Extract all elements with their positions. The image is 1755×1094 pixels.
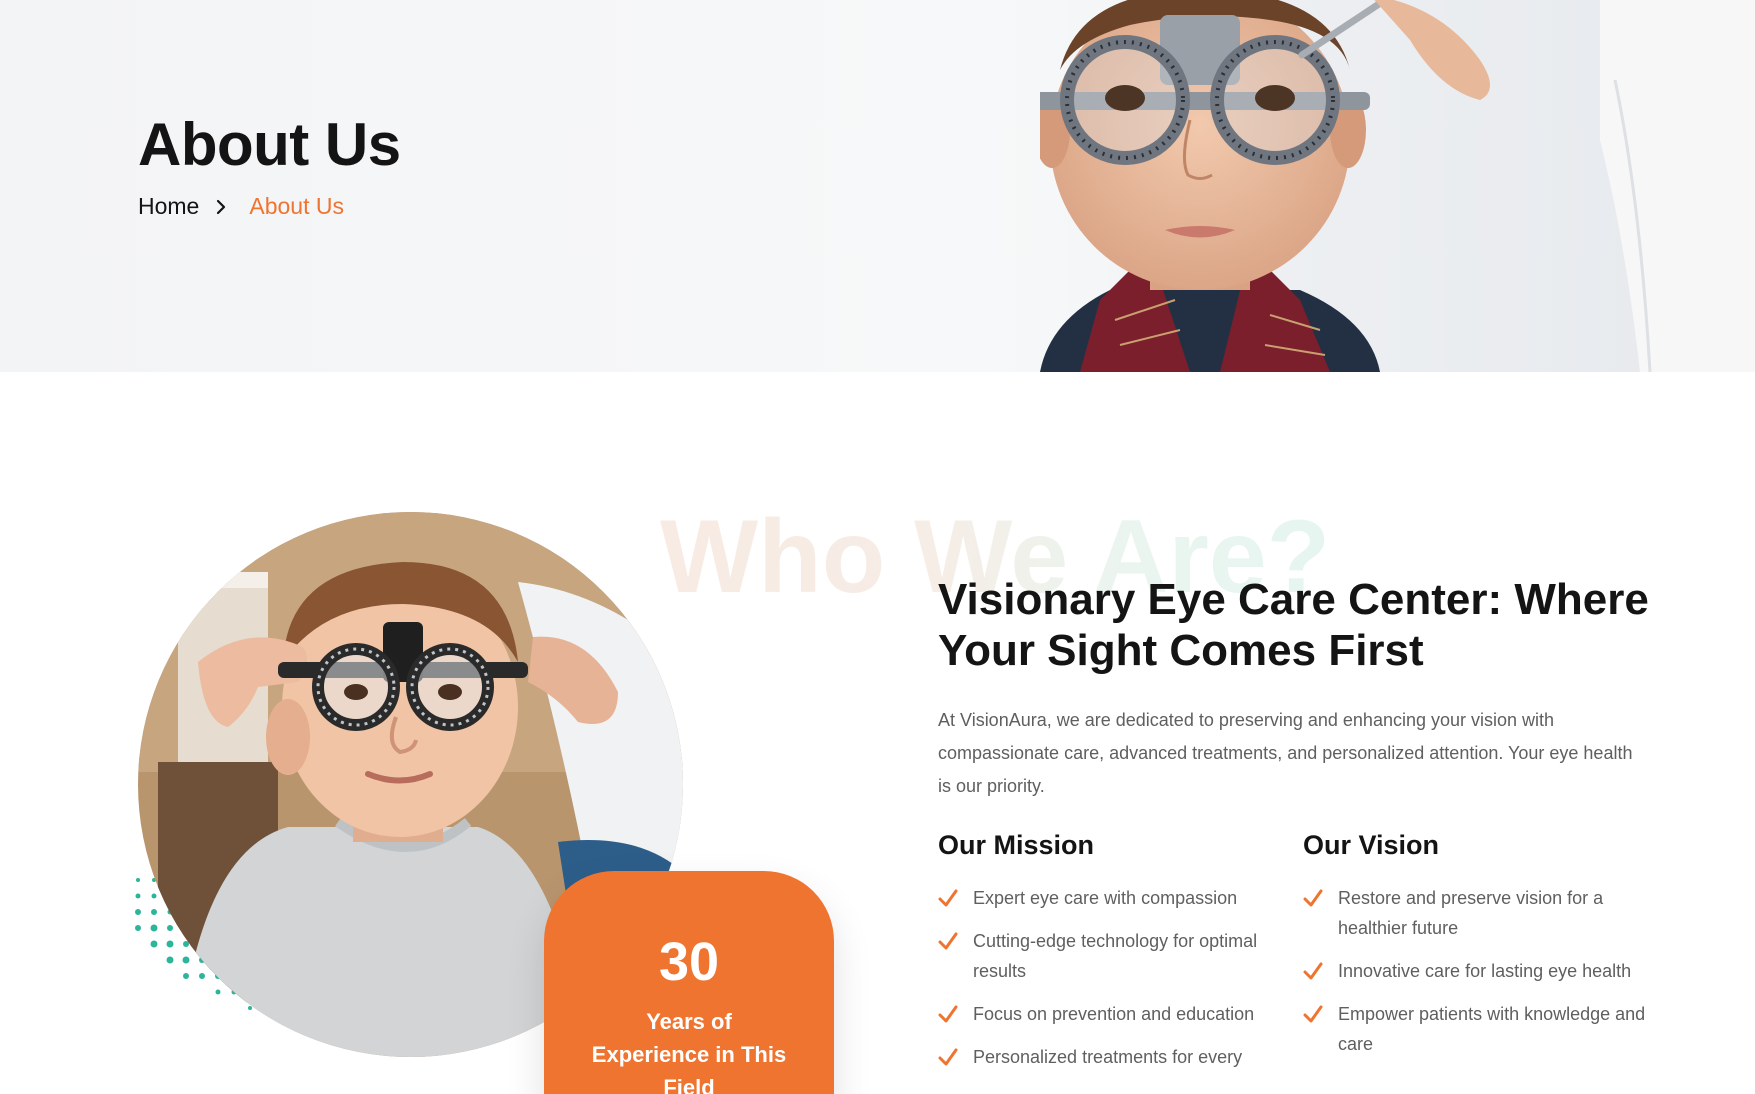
check-icon: [938, 889, 958, 907]
check-icon: [1303, 1005, 1323, 1023]
hero-boy-trial-frame-image: [1040, 0, 1755, 372]
intro-paragraph: At VisionAura, we are dedicated to prese…: [938, 710, 1633, 796]
breadcrumb: Home About Us: [138, 193, 344, 220]
vision-column: Our Vision Restore and preserve vision f…: [1303, 830, 1648, 1072]
list-item: Personalized treatments for every: [938, 1042, 1278, 1072]
mission-column: Our Mission Expert eye care with compass…: [938, 830, 1278, 1085]
mission-item-text: Cutting-edge technology for optimal resu…: [973, 931, 1258, 981]
page-title: About Us: [138, 111, 401, 178]
list-item: Empower patients with knowledge and care: [1303, 999, 1648, 1059]
breadcrumb-home-link[interactable]: Home: [138, 193, 199, 220]
check-icon: [1303, 889, 1323, 907]
vision-list: Restore and preserve vision for a health…: [1303, 883, 1648, 1059]
mission-item-text: Focus on prevention and education: [973, 1004, 1255, 1024]
breadcrumb-current: About Us: [249, 193, 344, 219]
experience-years-number: 30: [658, 932, 720, 992]
check-icon: [938, 932, 958, 950]
vision-item-text: Restore and preserve vision for a health…: [1338, 888, 1604, 938]
list-item: Restore and preserve vision for a health…: [1303, 883, 1648, 943]
page-banner: About Us Home About Us: [0, 0, 1755, 372]
experience-card: 30 Years of Experience in This Field: [544, 871, 834, 1094]
check-icon: [1303, 962, 1323, 980]
list-item: Innovative care for lasting eye health: [1303, 956, 1648, 986]
vision-title: Our Vision: [1303, 830, 1440, 860]
check-icon: [938, 1005, 958, 1023]
vision-item-text: Empower patients with knowledge and care: [1338, 1004, 1646, 1054]
mission-item-text: Expert eye care with compassion: [973, 888, 1238, 908]
experience-years-label: Years of Experience in This Field: [591, 1009, 787, 1094]
list-item: Cutting-edge technology for optimal resu…: [938, 926, 1278, 986]
mission-list: Expert eye care with compassion Cutting-…: [938, 883, 1278, 1072]
list-item: Expert eye care with compassion: [938, 883, 1278, 913]
mission-title: Our Mission: [938, 830, 1095, 860]
section-heading: Visionary Eye Care Center: Where Your Si…: [938, 575, 1649, 675]
chevron-right-icon: [217, 199, 226, 214]
check-icon: [938, 1048, 958, 1066]
mission-item-text: Personalized treatments for every: [973, 1047, 1243, 1067]
vision-item-text: Innovative care for lasting eye health: [1338, 961, 1632, 981]
list-item: Focus on prevention and education: [938, 999, 1278, 1029]
